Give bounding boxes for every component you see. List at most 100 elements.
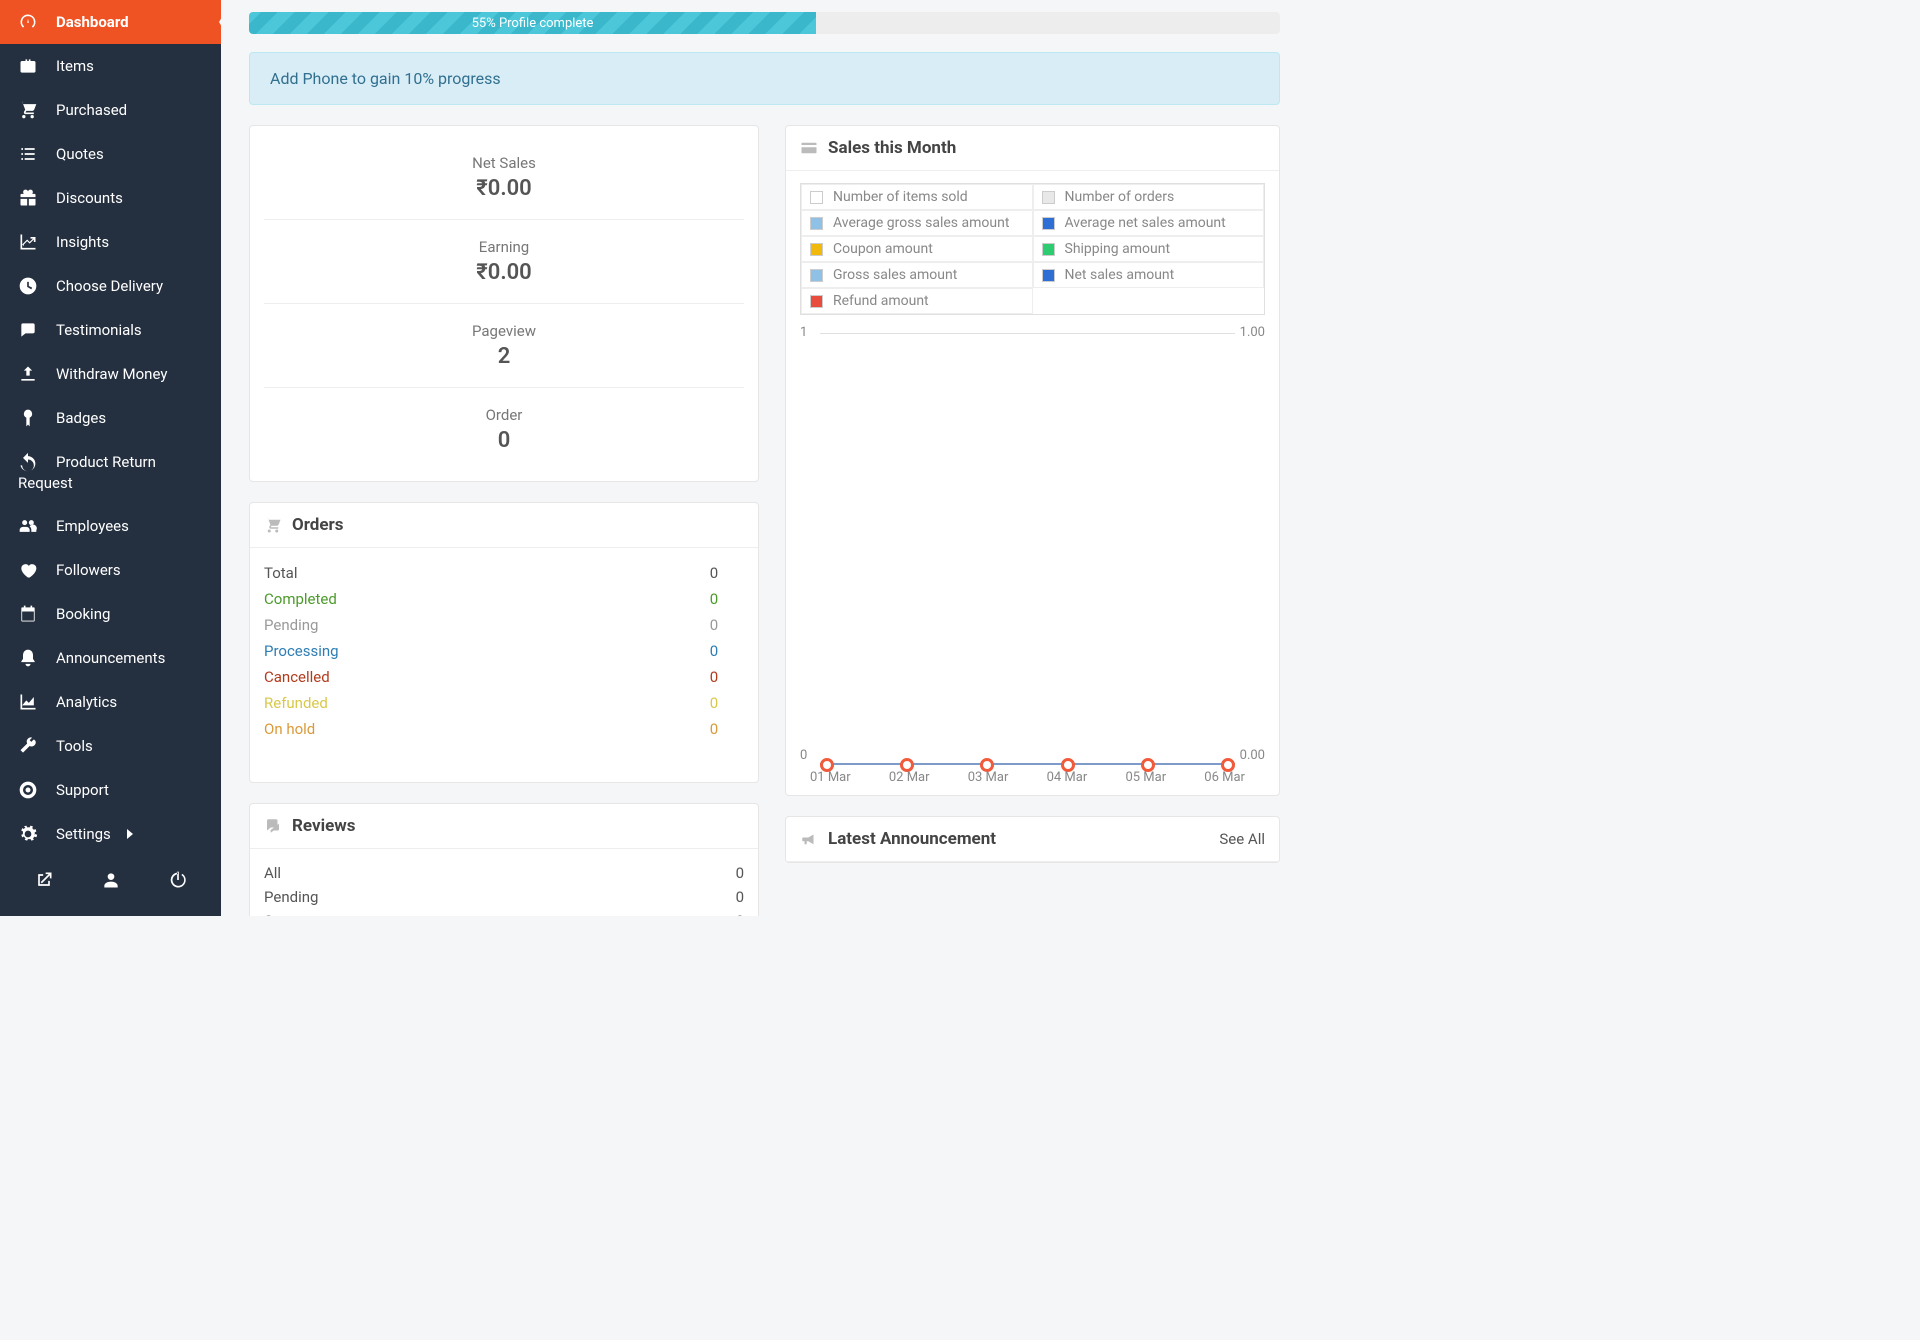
review-status-row[interactable]: Spam0 [264, 909, 744, 916]
review-status-label: All [264, 864, 736, 882]
legend-label: Net sales amount [1065, 267, 1175, 283]
review-status-value: 0 [736, 864, 744, 882]
external-link-icon[interactable] [34, 870, 54, 890]
legend-item[interactable]: Average gross sales amount [801, 210, 1033, 236]
credit-card-icon [800, 139, 818, 157]
sidebar-item-purchased[interactable]: Purchased [0, 88, 221, 132]
legend-swatch [810, 295, 823, 308]
legend-swatch [1042, 217, 1055, 230]
review-status-row[interactable]: Pending0 [264, 885, 744, 909]
lifebuoy-icon [18, 780, 38, 800]
order-status-label: Processing [264, 642, 684, 660]
legend-label: Number of orders [1065, 189, 1175, 205]
order-status-row[interactable]: Cancelled0 [264, 664, 744, 690]
order-status-value: 0 [684, 694, 744, 712]
sidebar-label: Withdraw Money [56, 365, 167, 383]
order-status-value: 0 [684, 616, 744, 634]
sales-chart: 1 1.00 0 0.00 01 Mar02 Mar03 Mar04 Mar05… [800, 325, 1265, 785]
sidebar-item-employees[interactable]: Employees [0, 504, 221, 548]
legend-item[interactable]: Net sales amount [1033, 262, 1265, 288]
legend-item[interactable]: Shipping amount [1033, 236, 1265, 262]
sidebar-label: Tools [56, 737, 93, 755]
sidebar-item-tools[interactable]: Tools [0, 724, 221, 768]
y-tick: 0 [800, 748, 807, 763]
comments-icon [264, 817, 282, 835]
y-tick: 1.00 [1240, 325, 1265, 340]
order-status-label: Pending [264, 616, 684, 634]
sidebar-item-booking[interactable]: Booking [0, 592, 221, 636]
legend-label: Refund amount [833, 293, 929, 309]
legend-item[interactable]: Coupon amount [801, 236, 1033, 262]
gift-icon [18, 188, 38, 208]
order-status-row[interactable]: Total0 [264, 560, 744, 586]
user-icon[interactable] [101, 870, 121, 890]
order-status-row[interactable]: On hold0 [264, 716, 744, 742]
stat-value: ₹0.00 [274, 176, 734, 201]
card-title: Sales this Month [828, 138, 956, 158]
order-status-row[interactable]: Completed0 [264, 586, 744, 612]
legend-swatch [1042, 191, 1055, 204]
card-title: Latest Announcement [828, 829, 996, 849]
sidebar-label: Employees [56, 517, 129, 535]
legend-label: Coupon amount [833, 241, 933, 257]
order-status-label: Refunded [264, 694, 684, 712]
legend-item[interactable]: Average net sales amount [1033, 210, 1265, 236]
users-icon [18, 516, 38, 536]
sidebar-item-badges[interactable]: Badges [0, 396, 221, 440]
power-icon[interactable] [168, 870, 188, 890]
legend-item[interactable]: Gross sales amount [801, 262, 1033, 288]
undo-icon [18, 452, 38, 472]
sidebar-item-items[interactable]: Items [0, 44, 221, 88]
sidebar-item-discounts[interactable]: Discounts [0, 176, 221, 220]
calendar-icon [18, 604, 38, 624]
sidebar-item-product-return-request[interactable]: Product Return Request [0, 440, 221, 504]
order-status-row[interactable]: Processing0 [264, 638, 744, 664]
sidebar-label: Followers [56, 561, 121, 579]
legend-item[interactable]: Refund amount [801, 288, 1033, 314]
review-status-label: Spam [264, 912, 736, 916]
sidebar: Dashboard Items Purchased Quotes Discoun… [0, 0, 221, 916]
stat-value: ₹0.00 [274, 260, 734, 285]
sidebar-item-followers[interactable]: Followers [0, 548, 221, 592]
x-tick: 05 Mar [1125, 770, 1166, 785]
sidebar-item-dashboard[interactable]: Dashboard [0, 0, 221, 44]
sidebar-label-a: Product Return [56, 453, 156, 471]
legend-swatch [810, 243, 823, 256]
sidebar-item-insights[interactable]: Insights [0, 220, 221, 264]
sidebar-item-settings[interactable]: Settings [0, 812, 221, 856]
stat-label: Pageview [274, 322, 734, 340]
caret-right-icon [127, 829, 133, 839]
cart-icon [18, 100, 38, 120]
card-title: Orders [292, 515, 344, 535]
order-status-row[interactable]: Refunded0 [264, 690, 744, 716]
area-chart-icon [18, 692, 38, 712]
order-status-value: 0 [684, 720, 744, 738]
sidebar-item-support[interactable]: Support [0, 768, 221, 812]
bell-icon [18, 648, 38, 668]
sidebar-label: Support [56, 781, 109, 799]
sidebar-item-testimonials[interactable]: Testimonials [0, 308, 221, 352]
legend-item[interactable]: Number of items sold [801, 184, 1033, 210]
chat-icon [18, 320, 38, 340]
profile-progress-text: 55% Profile complete [472, 16, 594, 31]
stats-card: Net Sales ₹0.00 Earning ₹0.00 Pageview 2… [249, 125, 759, 482]
sidebar-label: Items [56, 57, 94, 75]
legend-item[interactable]: Number of orders [1033, 184, 1265, 210]
y-tick: 1 [800, 325, 807, 340]
stat-label: Order [274, 406, 734, 424]
sidebar-item-withdraw-money[interactable]: Withdraw Money [0, 352, 221, 396]
cart-icon [264, 516, 282, 534]
order-status-label: Total [264, 564, 684, 582]
sidebar-item-analytics[interactable]: Analytics [0, 680, 221, 724]
order-status-label: On hold [264, 720, 684, 738]
stat-net-sales: Net Sales ₹0.00 [264, 136, 744, 220]
see-all-link[interactable]: See All [1219, 830, 1265, 848]
sidebar-item-quotes[interactable]: Quotes [0, 132, 221, 176]
gear-icon [18, 824, 38, 844]
sidebar-item-choose-delivery[interactable]: Choose Delivery [0, 264, 221, 308]
legend-swatch [810, 217, 823, 230]
review-status-row[interactable]: All0 [264, 861, 744, 885]
sidebar-label: Testimonials [56, 321, 142, 339]
order-status-row[interactable]: Pending0 [264, 612, 744, 638]
sidebar-item-announcements[interactable]: Announcements [0, 636, 221, 680]
